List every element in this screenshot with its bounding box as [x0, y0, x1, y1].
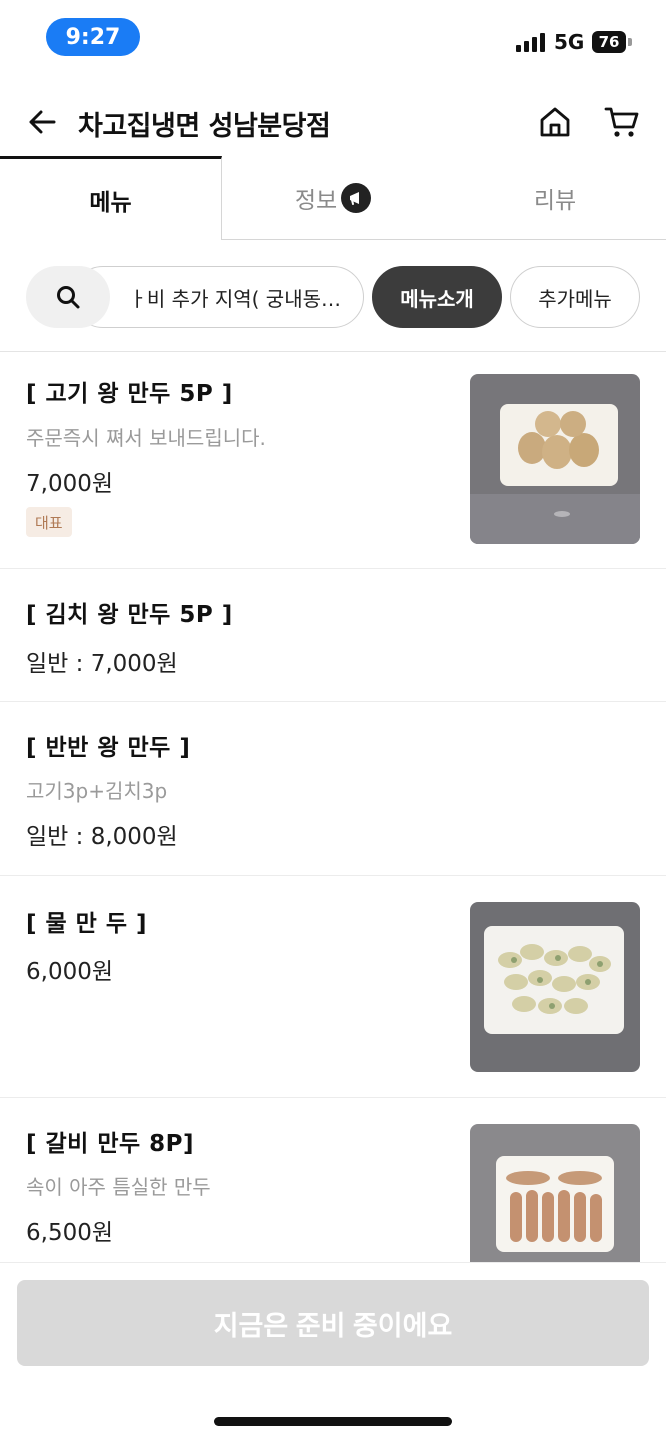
tab-review[interactable]: 리뷰 [444, 156, 666, 240]
status-time: 9:27 [46, 18, 140, 56]
tab-review-label: 리뷰 [533, 187, 577, 214]
signal-icon [516, 32, 545, 52]
category-chip-extra-menu-label: 추가메뉴 [538, 286, 612, 311]
back-button[interactable] [22, 102, 62, 142]
tab-info[interactable]: 정보 [222, 156, 444, 240]
category-chip-delivery-area[interactable]: ㅏ비 추가 지역( 궁내동… [72, 266, 364, 328]
menu-item-name: [ 물 만 두 ] [26, 911, 148, 937]
menu-search-button[interactable] [26, 266, 110, 328]
home-button[interactable] [534, 102, 576, 142]
tab-menu[interactable]: 메뉴 [0, 156, 222, 240]
menu-item-kimchi-dumpling[interactable]: [ 김치 왕 만두 5P ] 일반 : 7,000원 [0, 569, 666, 702]
network-label: 5G [554, 30, 585, 54]
tab-info-label: 정보 [294, 187, 338, 214]
top-app-bar: 차고집냉면 성남분당점 [0, 90, 666, 154]
search-icon [57, 286, 80, 309]
cart-icon [604, 107, 639, 137]
menu-item-half-half-dumpling[interactable]: [ 반반 왕 만두 ] 고기3p+김치3p 일반 : 8,000원 [0, 702, 666, 876]
battery-icon: 76 [592, 31, 632, 53]
home-icon [540, 107, 570, 137]
category-chip-menu-intro-label: 메뉴소개 [400, 286, 474, 311]
menu-list: [ 고기 왕 만두 5P ] 주문즉시 쪄서 보내드립니다. 7,000원 대표… [0, 352, 666, 1294]
home-indicator [214, 1417, 452, 1426]
status-bar: 9:27 5G 76 [0, 0, 666, 72]
menu-item-description: 주문즉시 쪄서 보내드립니다. [26, 426, 266, 450]
store-title: 차고집냉면 성남분당점 [78, 111, 331, 142]
menu-item-water-dumpling[interactable]: [ 물 만 두 ] 6,000원 [0, 876, 666, 1098]
menu-item-galbi-dumpling[interactable]: [ 갈비 만두 8P] 속이 아주 틈실한 만두 6,500원 [0, 1098, 666, 1294]
menu-item-price: 6,500원 [26, 1220, 114, 1246]
category-chip-menu-intro[interactable]: 메뉴소개 [372, 266, 502, 328]
tab-menu-label: 메뉴 [89, 189, 132, 216]
category-chip-delivery-area-label: ㅏ비 추가 지역( 궁내동… [128, 286, 341, 311]
back-arrow-icon [29, 110, 56, 134]
menu-item-description: 속이 아주 틈실한 만두 [26, 1175, 211, 1199]
menu-item-photo [470, 902, 640, 1072]
menu-item-price: 일반 : 8,000원 [26, 824, 178, 850]
bottom-order-bar: 지금은 준비 중이에요 [0, 1262, 666, 1440]
menu-item-description: 고기3p+김치3p [26, 779, 168, 803]
menu-item-name: [ 갈비 만두 8P] [26, 1131, 195, 1157]
menu-item-name: [ 반반 왕 만두 ] [26, 735, 191, 761]
menu-item-price: 7,000원 [26, 471, 114, 497]
order-button-disabled[interactable]: 지금은 준비 중이에요 [17, 1280, 649, 1366]
menu-item-price: 일반 : 7,000원 [26, 651, 178, 677]
menu-item-photo [470, 374, 640, 544]
battery-level: 76 [592, 31, 626, 53]
menu-item-meat-dumpling[interactable]: [ 고기 왕 만두 5P ] 주문즉시 쪄서 보내드립니다. 7,000원 대표 [0, 352, 666, 569]
category-chip-extra-menu[interactable]: 추가메뉴 [510, 266, 640, 328]
menu-item-name: [ 고기 왕 만두 5P ] [26, 381, 233, 407]
menu-item-price: 6,000원 [26, 959, 114, 985]
signature-badge: 대표 [26, 507, 72, 537]
menu-item-name: [ 김치 왕 만두 5P ] [26, 602, 233, 628]
store-tabs: 메뉴 정보 리뷰 [0, 156, 666, 240]
megaphone-icon [341, 182, 372, 213]
cart-button[interactable] [600, 102, 644, 142]
category-chip-row: ㅏ비 추가 지역( 궁내동… 메뉴소개 추가메뉴 [0, 266, 666, 328]
